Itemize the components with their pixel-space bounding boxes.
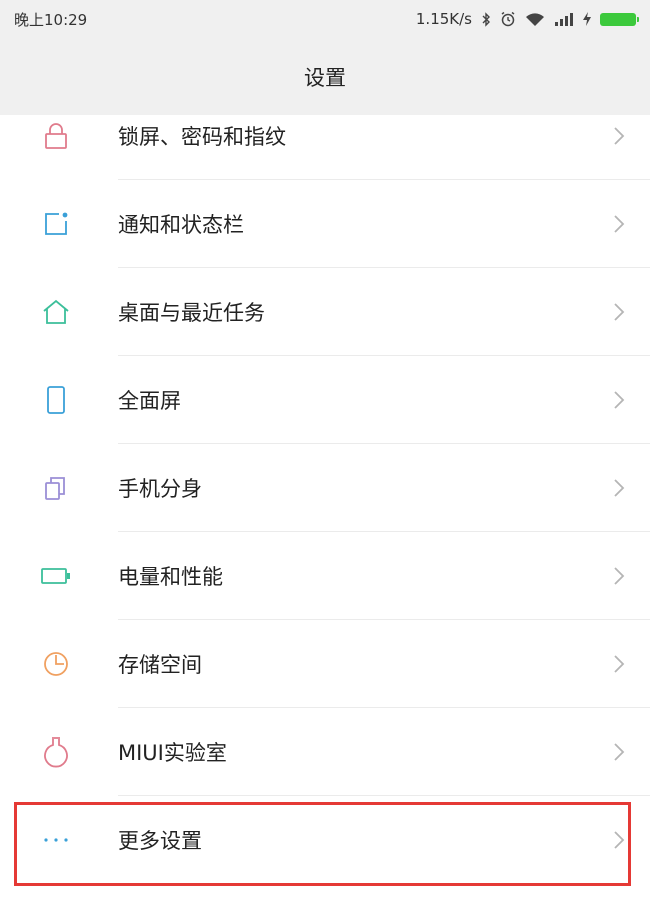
settings-item-label: 全面屏 <box>118 389 181 413</box>
settings-item-label: 存储空间 <box>118 653 202 677</box>
charging-icon <box>583 12 591 26</box>
settings-item-label: 锁屏、密码和指纹 <box>118 125 286 149</box>
settings-item-label: 更多设置 <box>118 829 202 853</box>
settings-item-lock-screen[interactable]: 锁屏、密码和指纹 <box>0 92 650 180</box>
dual-apps-icon <box>38 470 74 506</box>
page-title: 设置 <box>304 65 346 90</box>
signal-icon <box>555 13 573 26</box>
settings-item-label: 通知和状态栏 <box>118 213 244 237</box>
battery-icon <box>38 558 74 594</box>
phone-icon <box>38 382 74 418</box>
status-time: 晚上10:29 <box>14 10 88 29</box>
lab-flask-icon <box>38 734 74 770</box>
battery-icon <box>600 12 639 26</box>
more-dots-icon <box>38 822 74 858</box>
chevron-right-icon <box>614 303 625 321</box>
settings-item-label: 手机分身 <box>118 477 202 501</box>
settings-item-dual-apps[interactable]: 手机分身 <box>0 444 650 532</box>
settings-item-more-settings[interactable]: 更多设置 <box>0 796 650 884</box>
notification-icon <box>38 206 74 242</box>
lock-icon <box>38 118 74 154</box>
settings-item-battery[interactable]: 电量和性能 <box>0 532 650 620</box>
status-bar: 晚上10:29 1.15K/s <box>0 0 650 38</box>
chevron-right-icon <box>614 215 625 233</box>
settings-item-storage[interactable]: 存储空间 <box>0 620 650 708</box>
chevron-right-icon <box>614 831 625 849</box>
chevron-right-icon <box>614 743 625 761</box>
settings-item-home-screen[interactable]: 桌面与最近任务 <box>0 268 650 356</box>
network-speed: 1.15K/s <box>415 10 472 28</box>
chevron-right-icon <box>614 479 625 497</box>
settings-item-label: 桌面与最近任务 <box>118 301 265 325</box>
wifi-icon <box>526 12 544 26</box>
status-icons: 1.15K/s <box>415 10 639 28</box>
storage-icon <box>38 646 74 682</box>
settings-item-full-screen[interactable]: 全面屏 <box>0 356 650 444</box>
settings-item-miui-lab[interactable]: MIUI实验室 <box>0 708 650 796</box>
settings-item-notifications[interactable]: 通知和状态栏 <box>0 180 650 268</box>
chevron-right-icon <box>614 567 625 585</box>
chevron-right-icon <box>614 655 625 673</box>
home-icon <box>38 294 74 330</box>
settings-item-label: MIUI实验室 <box>118 741 227 765</box>
chevron-right-icon <box>614 391 625 409</box>
chevron-right-icon <box>614 127 625 145</box>
bluetooth-icon <box>482 11 490 27</box>
settings-item-label: 电量和性能 <box>118 565 223 589</box>
alarm-icon <box>501 11 515 27</box>
